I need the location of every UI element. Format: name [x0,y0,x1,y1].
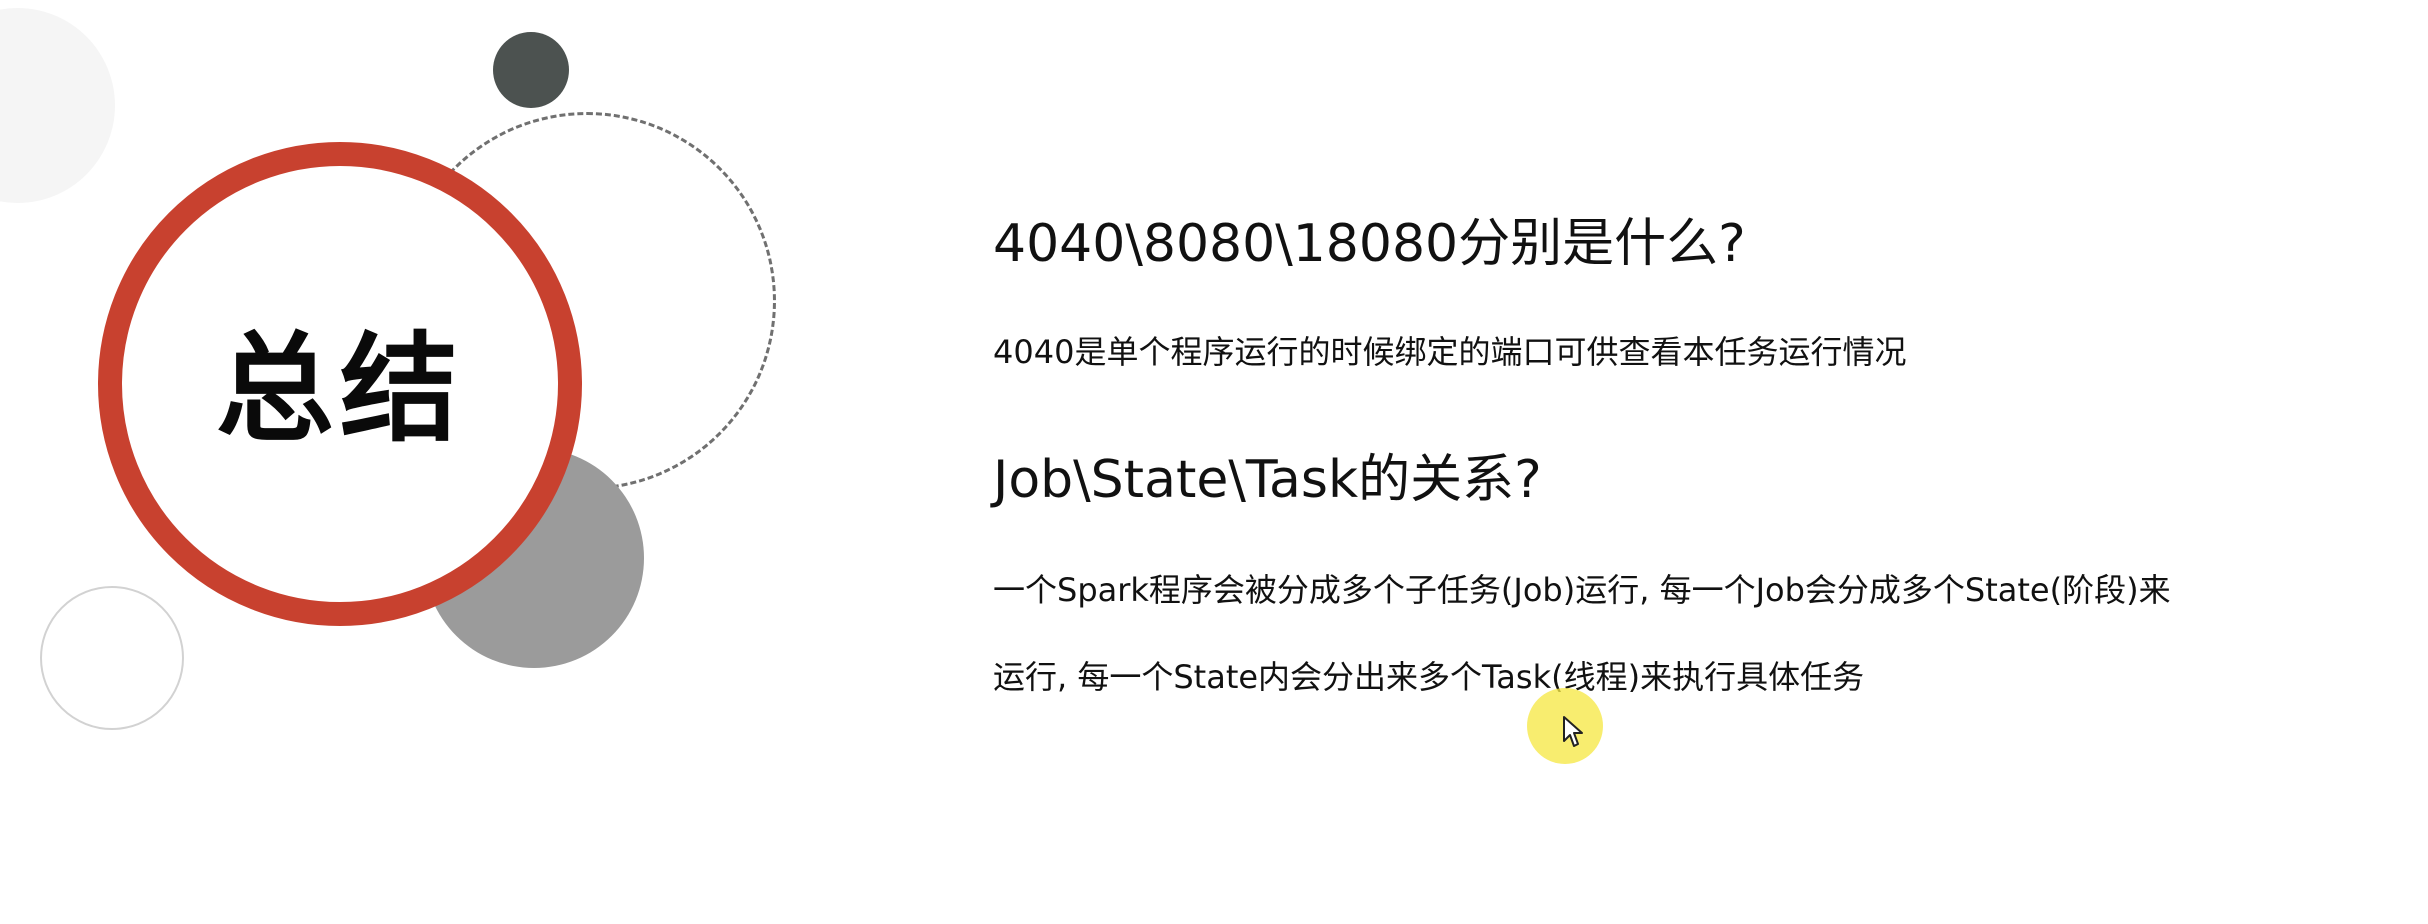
slide-title: 总结 [215,319,464,458]
question-heading-job-relation: Job\State\Task的关系? [993,450,1542,510]
decorative-light-circle [0,8,115,203]
presentation-slide: 总结 4040\8080\18080分别是什么? 4040是单个程序运行的时候绑… [0,0,2428,924]
decorative-outline-circle [40,586,184,730]
decorative-dark-circle [493,32,569,108]
question-heading-ports: 4040\8080\18080分别是什么? [993,214,1746,274]
title-ring: 总结 [98,142,582,626]
answer-job-relation-line-1: 一个Spark程序会被分成多个子任务(Job)运行, 每一个Job会分成多个St… [993,571,2171,609]
answer-ports-line-1: 4040是单个程序运行的时候绑定的端口可供查看本任务运行情况 [993,333,1907,371]
answer-job-relation-line-2: 运行, 每一个State内会分出来多个Task(线程)来执行具体任务 [993,658,1865,696]
mouse-pointer-icon [1563,716,1583,747]
